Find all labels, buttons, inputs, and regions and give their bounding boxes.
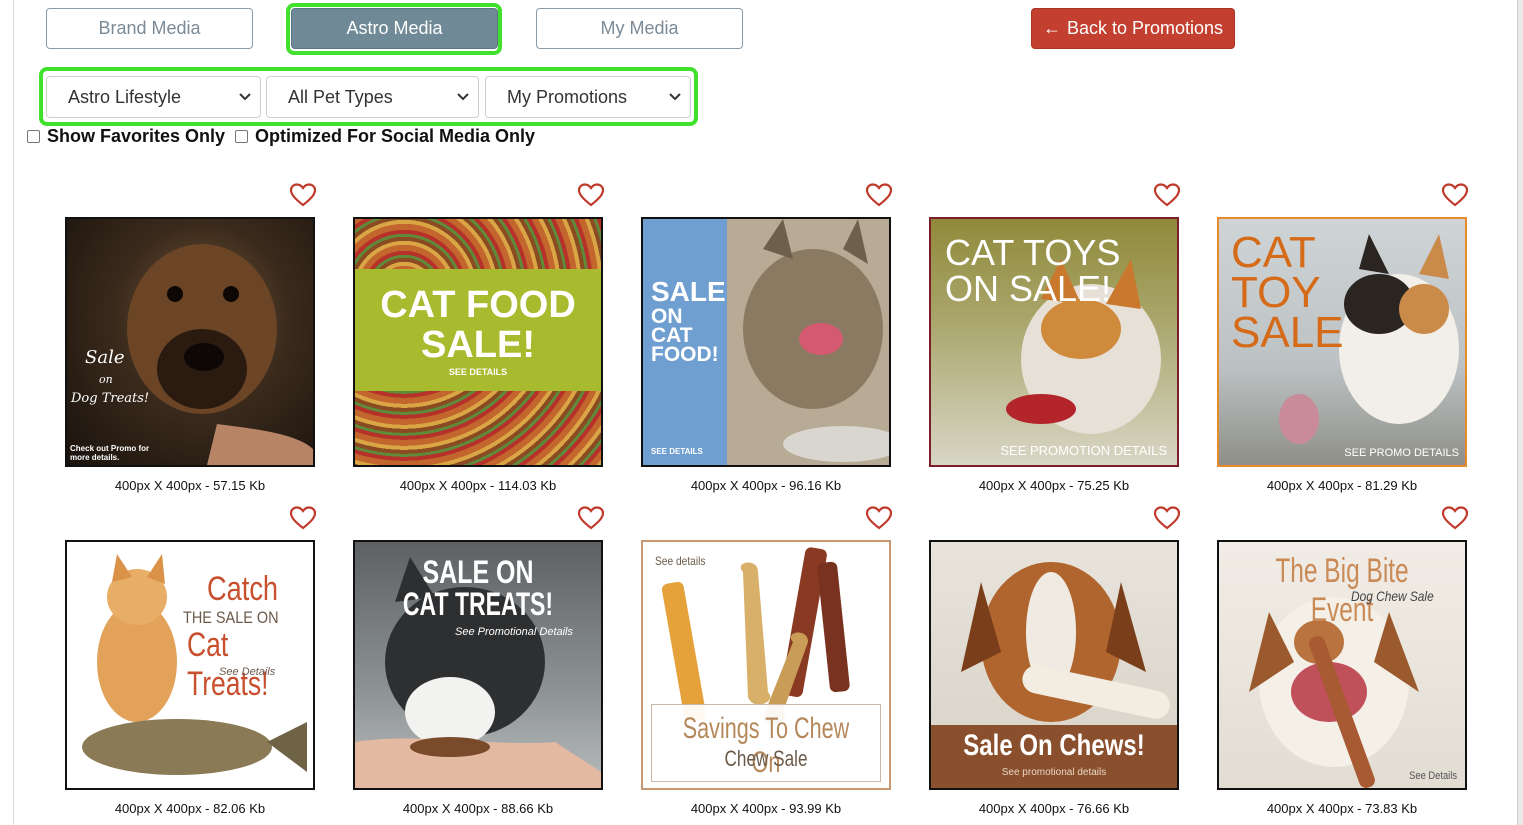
social-checkbox-row[interactable]: Optimized For Social Media Only xyxy=(235,126,535,147)
thumb-text: CAT xyxy=(1231,228,1316,277)
social-checkbox-label: Optimized For Social Media Only xyxy=(255,126,536,146)
thumb-text: SALE xyxy=(1231,308,1344,357)
thumb-text: SEE DETAILS xyxy=(651,447,703,456)
favorite-heart-icon[interactable] xyxy=(290,506,316,530)
thumb-text: Sale On Chews! xyxy=(963,729,1145,762)
chevron-down-icon xyxy=(457,93,469,101)
media-caption: 400px X 400px - 76.66 Kb xyxy=(978,801,1130,816)
thumb-text: Dog Chew Sale xyxy=(1351,588,1434,604)
thumb-text: SEE PROMOTION DETAILS xyxy=(1000,443,1167,458)
promotion-select[interactable]: My Promotions xyxy=(485,76,691,118)
thumb-text: SEE DETAILS xyxy=(448,367,508,377)
favorite-heart-icon[interactable] xyxy=(1442,506,1468,530)
scrollbar[interactable] xyxy=(1517,0,1523,825)
favorites-checkbox-row[interactable]: Show Favorites Only xyxy=(27,126,225,147)
media-caption: 400px X 400px - 114.03 Kb xyxy=(399,478,557,493)
thumb-text: Chew Sale xyxy=(724,746,808,771)
media-caption: 400px X 400px - 88.66 Kb xyxy=(402,801,554,816)
tab-brand-media[interactable]: Brand Media xyxy=(46,8,253,49)
thumb-text: ON SALE! xyxy=(945,268,1112,309)
thumb-text: Cat Treats! xyxy=(187,626,269,703)
social-checkbox[interactable] xyxy=(235,130,248,143)
favorite-heart-icon[interactable] xyxy=(1442,183,1468,207)
media-thumbnail[interactable]: SALE ON CAT FOOD! SEE DETAILS xyxy=(641,217,891,467)
thumb-text: FOOD! xyxy=(651,343,719,366)
media-thumbnail[interactable]: Catch THE SALE ON Cat Treats! See Detail… xyxy=(65,540,315,790)
favorite-heart-icon[interactable] xyxy=(866,183,892,207)
media-caption: 400px X 400px - 75.25 Kb xyxy=(978,478,1130,493)
chevron-down-icon xyxy=(669,93,681,101)
thumb-text: CAT TOYS xyxy=(945,232,1121,273)
thumb-text: See Details xyxy=(1409,770,1457,782)
media-caption: 400px X 400px - 96.16 Kb xyxy=(690,478,842,493)
favorite-heart-icon[interactable] xyxy=(1154,506,1180,530)
thumb-text: Check out Promo for more details. xyxy=(70,444,150,462)
tab-my-media[interactable]: My Media xyxy=(536,8,743,49)
back-button-label: Back to Promotions xyxy=(1066,18,1224,38)
thumb-text: CAT FOOD xyxy=(380,284,576,326)
thumb-text: Sale xyxy=(85,347,125,368)
media-thumbnail[interactable]: See details Savings To Chew On Chew Sale xyxy=(641,540,891,790)
arrow-left-icon: ← xyxy=(1042,18,1061,38)
media-thumbnail[interactable]: Sale on Dog Treats! Check out Promo for … xyxy=(65,217,315,467)
thumb-text: See Promotional Details xyxy=(455,626,574,638)
favorites-checkbox[interactable] xyxy=(27,130,40,143)
tab-astro-media[interactable]: Astro Media xyxy=(291,8,498,49)
chevron-down-icon xyxy=(239,93,251,101)
thumb-text: See details xyxy=(655,554,706,568)
pet-type-select-value: All Pet Types xyxy=(288,86,393,107)
thumb-text: CAT TREATS! xyxy=(402,586,554,622)
thumb-text: See Details xyxy=(219,666,276,678)
media-caption: 400px X 400px - 81.29 Kb xyxy=(1266,478,1418,493)
media-thumbnail[interactable]: The Big Bite Event Dog Chew Sale See Det… xyxy=(1217,540,1467,790)
media-thumbnail[interactable]: CAT TOY SALE SEE PROMO DETAILS xyxy=(1217,217,1467,467)
favorite-heart-icon[interactable] xyxy=(578,506,604,530)
thumb-text: Catch xyxy=(207,570,279,608)
category-select[interactable]: Astro Lifestyle xyxy=(46,76,261,118)
media-thumbnail[interactable]: CAT TOYS ON SALE! SEE PROMOTION DETAILS xyxy=(929,217,1179,467)
left-border xyxy=(13,0,14,825)
thumb-text: SALE xyxy=(651,276,726,307)
pet-type-select[interactable]: All Pet Types xyxy=(266,76,479,118)
promotion-select-value: My Promotions xyxy=(507,86,628,107)
thumb-text: Dog Treats! xyxy=(71,391,150,406)
media-caption: 400px X 400px - 57.15 Kb xyxy=(114,478,266,493)
thumb-text: SALE! xyxy=(421,324,535,366)
thumb-text: THE SALE ON xyxy=(183,608,279,627)
media-caption: 400px X 400px - 93.99 Kb xyxy=(690,801,842,816)
media-caption: 400px X 400px - 73.83 Kb xyxy=(1266,801,1418,816)
media-caption: 400px X 400px - 82.06 Kb xyxy=(114,801,266,816)
thumb-text: See promotional details xyxy=(1001,767,1107,778)
category-select-value: Astro Lifestyle xyxy=(68,86,182,107)
favorite-heart-icon[interactable] xyxy=(866,506,892,530)
media-thumbnail[interactable]: CAT FOOD SALE! SEE DETAILS xyxy=(353,217,603,467)
favorite-heart-icon[interactable] xyxy=(578,183,604,207)
favorite-heart-icon[interactable] xyxy=(290,183,316,207)
thumb-text: SALE ON xyxy=(422,554,534,590)
thumb-text: on xyxy=(99,373,113,386)
media-thumbnail[interactable]: SALE ON CAT TREATS! See Promotional Deta… xyxy=(353,540,603,790)
puppy-photo xyxy=(127,244,313,465)
favorites-checkbox-label: Show Favorites Only xyxy=(47,126,226,146)
thumb-text: TOY xyxy=(1231,268,1321,317)
favorite-heart-icon[interactable] xyxy=(1154,183,1180,207)
media-thumbnail[interactable]: Sale On Chews! See promotional details xyxy=(929,540,1179,790)
back-to-promotions-button[interactable]: ← Back to Promotions xyxy=(1031,8,1235,49)
thumb-text: SEE PROMO DETAILS xyxy=(1344,447,1459,459)
